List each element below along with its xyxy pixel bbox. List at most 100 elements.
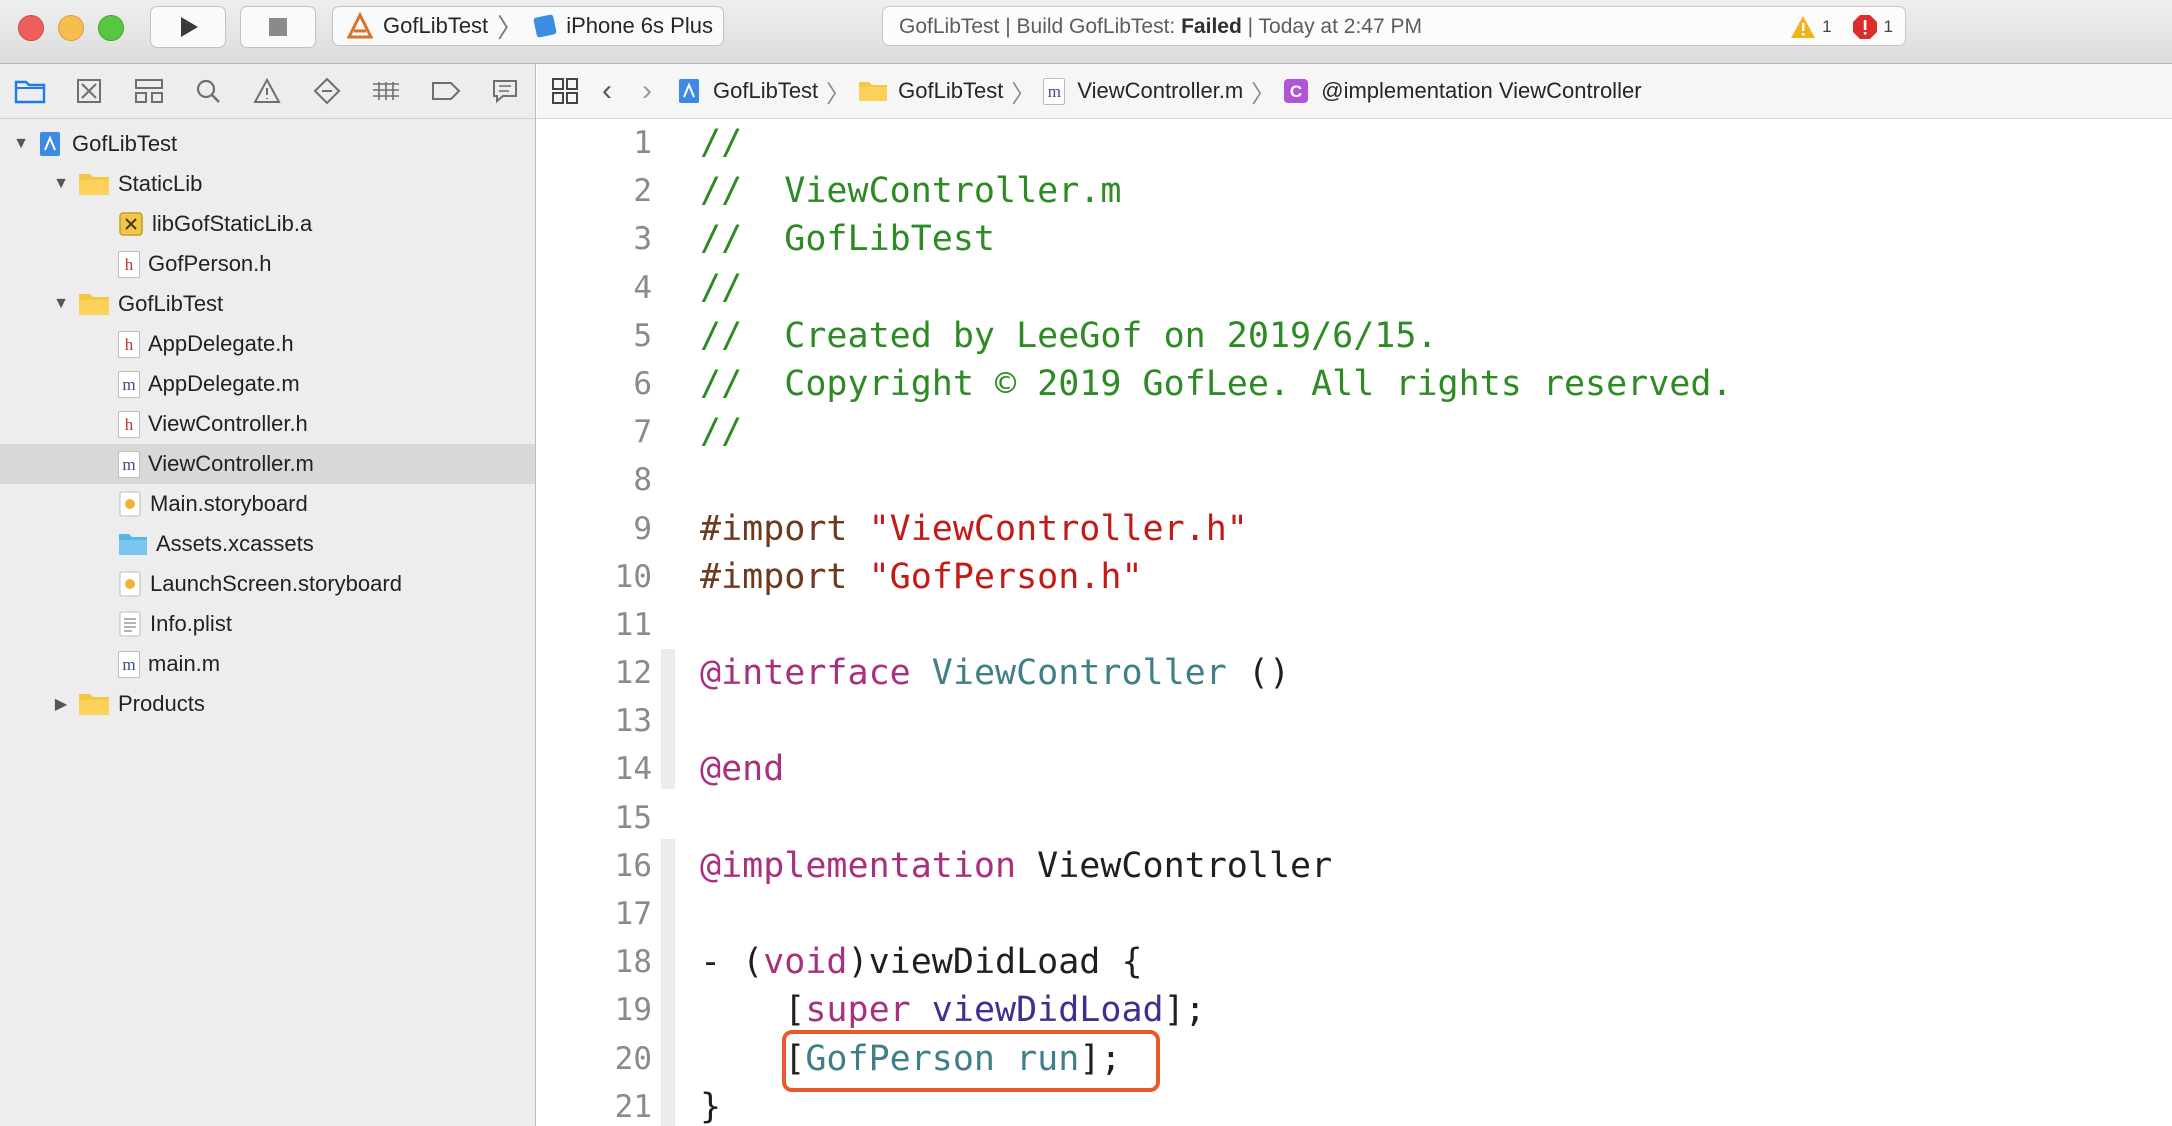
file-tree-row[interactable]: m main.m — [0, 644, 535, 684]
line-number: 7 — [633, 414, 652, 451]
code-line[interactable]: // — [700, 264, 1733, 312]
jump-bar: ‹ › GofLibTest 〉 GofLibTest 〉 m ViewCont… — [537, 64, 2172, 119]
play-icon — [181, 17, 198, 37]
code-line[interactable]: // ViewController.m — [700, 167, 1733, 215]
crumb-file[interactable]: m ViewController.m — [1043, 77, 1243, 105]
code-line[interactable]: - (void)viewDidLoad { — [700, 938, 1733, 986]
tab-source-control-navigator[interactable] — [59, 64, 118, 118]
project-icon — [679, 79, 699, 103]
class-c-icon: C — [1284, 79, 1309, 103]
file-tree-row[interactable]: Info.plist — [0, 604, 535, 644]
file-tree-row[interactable]: h GofPerson.h — [0, 244, 535, 284]
implementation-file-icon: m — [118, 370, 140, 398]
tab-debug-navigator[interactable] — [357, 64, 416, 118]
toolbar: GofLibTest 〉 iPhone 6s Plus GofLibTest |… — [0, 0, 2172, 64]
activity-status-bar[interactable]: GofLibTest | Build GofLibTest: Failed | … — [882, 6, 1906, 46]
file-tree-row[interactable]: ▼ StaticLib — [0, 164, 535, 204]
build-status-text: GofLibTest | Build GofLibTest: Failed | … — [899, 15, 1422, 39]
crumb-symbol[interactable]: C @implementation ViewController — [1283, 78, 1642, 104]
code-line[interactable]: #import "ViewController.h" — [700, 505, 1733, 553]
disclosure-expanded-icon[interactable]: ▼ — [52, 175, 70, 193]
file-tree-row[interactable]: ▶ Products — [0, 684, 535, 724]
code-line[interactable] — [700, 697, 1733, 745]
disclosure-collapsed-icon[interactable]: ▶ — [52, 694, 70, 714]
tab-find-navigator[interactable] — [178, 64, 237, 118]
disclosure-expanded-icon[interactable]: ▼ — [52, 295, 70, 313]
scheme-selector[interactable]: GofLibTest 〉 iPhone 6s Plus — [332, 6, 724, 46]
forward-arrow-icon[interactable]: › — [627, 74, 667, 108]
source-control-icon — [77, 79, 102, 103]
disclosure-expanded-icon[interactable]: ▼ — [12, 135, 30, 153]
code-line[interactable]: // GofLibTest — [700, 215, 1733, 263]
code-token: // — [700, 267, 743, 308]
code-line[interactable]: @interface ViewController () — [700, 649, 1733, 697]
code-fold-ribbon-interface[interactable] — [661, 649, 675, 789]
file-tree-row[interactable]: LaunchScreen.storyboard — [0, 564, 535, 604]
tab-symbol-navigator[interactable] — [119, 64, 178, 118]
run-button[interactable] — [150, 6, 226, 48]
code-line[interactable] — [700, 456, 1733, 504]
code-line[interactable]: // Copyright © 2019 GofLee. All rights r… — [700, 360, 1733, 408]
chevron-right-icon: 〉 — [826, 80, 851, 108]
project-navigator: ▼ GofLibTest ▼ StaticLib libGofStaticLib.a h G… — [0, 64, 536, 1126]
plist-icon — [118, 610, 142, 638]
back-arrow-icon[interactable]: ‹ — [587, 74, 627, 108]
folder-icon — [78, 291, 110, 317]
code-fold-ribbon-implementation[interactable] — [661, 839, 675, 1126]
file-tree-row[interactable]: m ViewController.m — [0, 444, 535, 484]
crumb-project[interactable]: GofLibTest — [677, 77, 818, 105]
line-number: 17 — [614, 896, 652, 932]
file-tree-row[interactable]: h AppDelegate.h — [0, 324, 535, 364]
code-line[interactable]: // — [700, 408, 1733, 456]
file-tree-label: ViewController.m — [148, 451, 314, 476]
file-tree-label: GofPerson.h — [148, 251, 272, 276]
file-tree-label: Info.plist — [150, 611, 232, 636]
code-token: @interface — [700, 653, 911, 694]
crumb-group[interactable]: GofLibTest — [858, 78, 1003, 104]
line-number: 20 — [614, 1040, 652, 1077]
code-lines[interactable]: // // ViewController.m // GofLibTest // // C… — [700, 119, 1733, 1126]
implementation-file-icon: m — [118, 450, 140, 478]
file-tree-row[interactable]: m AppDelegate.m — [0, 364, 535, 404]
code-line[interactable]: @implementation ViewController — [700, 842, 1733, 890]
code-line[interactable] — [700, 601, 1733, 649]
code-token: super — [805, 990, 911, 1031]
close-window-button[interactable] — [18, 15, 44, 41]
stop-button[interactable] — [240, 6, 316, 48]
code-line[interactable] — [700, 890, 1733, 938]
related-items-grid-icon[interactable] — [551, 77, 579, 105]
file-tree-label: AppDelegate.h — [148, 331, 294, 356]
zoom-window-button[interactable] — [98, 15, 124, 41]
code-line[interactable]: @end — [700, 745, 1733, 793]
code-token: // — [700, 412, 743, 453]
header-file-icon: h — [118, 250, 140, 278]
code-line[interactable]: [super viewDidLoad]; — [700, 986, 1733, 1034]
code-line[interactable]: // Created by LeeGof on 2019/6/15. — [700, 312, 1733, 360]
issue-badges[interactable]: 1 1 — [1790, 14, 1893, 40]
file-tree-row[interactable]: Assets.xcassets — [0, 524, 535, 564]
file-tree-row[interactable]: libGofStaticLib.a — [0, 204, 535, 244]
code-token: viewDidLoad — [931, 990, 1164, 1031]
tab-issue-navigator[interactable] — [238, 64, 297, 118]
header-file-icon: h — [118, 410, 140, 438]
tab-test-navigator[interactable] — [297, 64, 356, 118]
line-number: 6 — [633, 365, 652, 402]
tab-report-navigator[interactable] — [476, 64, 535, 118]
minimize-window-button[interactable] — [58, 15, 84, 41]
code-line[interactable]: #import "GofPerson.h" — [700, 553, 1733, 601]
test-diamond-icon — [313, 77, 341, 105]
tab-breakpoint-navigator[interactable] — [416, 64, 475, 118]
file-tree-label: Assets.xcassets — [156, 531, 314, 556]
file-tree-row[interactable]: Main.storyboard — [0, 484, 535, 524]
header-file-icon: h — [118, 330, 140, 358]
code-token: () — [1226, 653, 1291, 694]
source-editor[interactable]: 1 2 3 4 5 6 7 8 9 10 11 12 13 14 15 16 17 18 19 20 21 //// V… — [537, 119, 2172, 1126]
code-line[interactable]: // — [700, 119, 1733, 167]
file-tree-row[interactable]: h ViewController.h — [0, 404, 535, 444]
code-token: // — [700, 123, 743, 163]
code-line[interactable] — [700, 794, 1733, 842]
code-token: #import — [700, 508, 869, 549]
file-tree-row[interactable]: ▼ GofLibTest — [0, 124, 535, 164]
tab-project-navigator[interactable] — [0, 64, 59, 118]
file-tree-row[interactable]: ▼ GofLibTest — [0, 284, 535, 324]
